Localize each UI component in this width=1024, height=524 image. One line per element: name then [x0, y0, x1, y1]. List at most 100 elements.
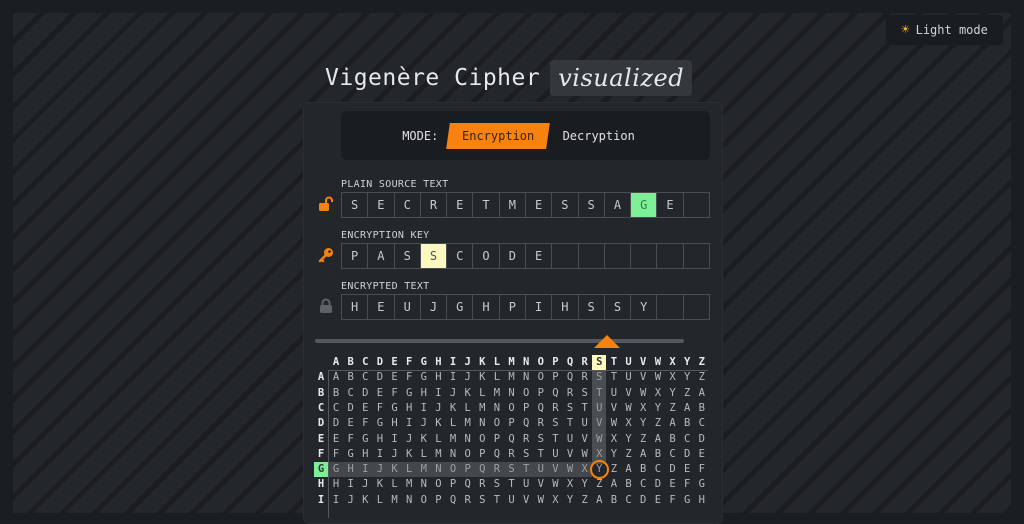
encrypted-text-label: ENCRYPTED TEXT: [341, 281, 430, 292]
tableau-cell: S: [508, 463, 515, 476]
plain-letter-cell: E: [657, 193, 684, 217]
tableau-cell: Y: [654, 401, 662, 414]
mode-decryption-button[interactable]: Decryption: [549, 123, 649, 149]
tableau-cell: O: [537, 371, 544, 384]
tableau-column-header: P: [552, 356, 559, 368]
tableau-cell: D: [347, 401, 354, 414]
tableau-cell: P: [435, 493, 442, 506]
tableau-cell: D: [654, 478, 662, 491]
tableau-column-header: H: [435, 356, 442, 368]
tableau-cell: Q: [537, 401, 544, 414]
mode-encryption-button[interactable]: Encryption: [446, 122, 551, 149]
key-letter-cell: S: [395, 244, 421, 268]
tableau-cell: J: [347, 493, 354, 506]
tableau-cell: Q: [523, 417, 530, 430]
tableau-cell: S: [581, 386, 588, 399]
tableau-cell: U: [581, 417, 588, 430]
tableau-cell: S: [493, 478, 501, 491]
key-letter-cell: S: [420, 244, 448, 268]
light-mode-toggle[interactable]: ☀ Light mode: [886, 15, 1003, 45]
tableau-cell: F: [376, 401, 384, 414]
tableau-cell: L: [435, 432, 442, 445]
tableau-cell: Y: [566, 493, 574, 506]
tableau-cell: D: [683, 447, 691, 460]
key-icon: [318, 248, 333, 263]
tableau-cell: M: [420, 463, 427, 476]
step-slider[interactable]: [315, 339, 684, 343]
tableau-cell: F: [669, 493, 676, 506]
encrypted-letter-cell: H: [342, 295, 369, 319]
tableau-cell: F: [362, 417, 369, 430]
tableau-cell: T: [552, 432, 559, 445]
plain-letter-cell: S: [579, 193, 605, 217]
tableau-column-header: K: [479, 356, 486, 368]
tableau-cell: X: [566, 478, 574, 491]
tableau-column-header: L: [493, 356, 501, 368]
tableau-row-header: D: [317, 417, 325, 430]
tableau-cell: C: [332, 401, 340, 414]
tableau-cell: U: [537, 463, 544, 476]
tableau-cell: H: [362, 447, 369, 460]
tableau-row-header: H: [317, 478, 325, 491]
tableau-cell: Q: [508, 432, 515, 445]
tableau-cell: O: [449, 463, 457, 476]
encrypted-letter-cell: U: [395, 295, 421, 319]
tableau-cell: H: [347, 463, 354, 476]
tableau-cell: V: [552, 463, 559, 476]
tableau-cell: J: [362, 478, 369, 491]
sun-icon: ☀: [901, 22, 910, 38]
tableau-column-header: F: [405, 356, 413, 368]
tableau-cell: P: [508, 417, 515, 430]
tableau-cell: D: [332, 417, 340, 430]
tableau-cell: V: [581, 432, 588, 445]
step-slider-thumb[interactable]: [594, 335, 621, 348]
tableau-cell: P: [479, 447, 486, 460]
tableau-cell: K: [376, 478, 384, 491]
plain-text-input[interactable]: SECRETMESSAGE: [341, 192, 710, 218]
tableau-cell: V: [640, 371, 647, 384]
tableau-cell: Q: [552, 386, 559, 399]
tableau-cell: B: [669, 432, 676, 445]
tableau-cell: W: [552, 478, 559, 491]
tableau-cell: D: [362, 386, 369, 399]
key-letter-cell: [552, 244, 579, 268]
tableau-cell: D: [640, 493, 647, 506]
tableau-cell: U: [566, 432, 574, 445]
tableau-cell: Z: [640, 432, 647, 445]
tableau-row-header: I: [317, 493, 325, 506]
tableau-cell: Z: [698, 371, 705, 384]
plain-letter-cell: M: [500, 193, 526, 217]
tableau-cell: R: [464, 493, 471, 506]
tableau-cell: W: [537, 493, 544, 506]
tableau-cell: T: [493, 493, 501, 506]
tableau-column-header: I: [449, 356, 457, 368]
tableau-cell: O: [479, 432, 486, 445]
tableau-cell: T: [508, 478, 515, 491]
tableau-column-header: E: [391, 356, 398, 368]
tableau-cell: C: [362, 371, 369, 384]
tableau-cell: I: [376, 447, 384, 460]
tableau-column-header: S: [592, 355, 607, 370]
tableau-cell: J: [435, 401, 442, 414]
tableau-cell: S: [596, 371, 603, 384]
plain-letter-cell: T: [473, 193, 500, 217]
encrypted-letter-cell: [684, 295, 709, 319]
key-letter-cell: [684, 244, 709, 268]
tableau-cell: R: [581, 371, 588, 384]
tableau-cell: I: [362, 463, 369, 476]
tableau-column-header: G: [420, 356, 427, 368]
tableau-cell: C: [654, 463, 662, 476]
tableau-cell: F: [405, 371, 413, 384]
tableau-cell: E: [376, 386, 384, 399]
tableau-cell: P: [493, 432, 501, 445]
tableau-cell: S: [552, 417, 559, 430]
tableau-cell: E: [391, 371, 398, 384]
tableau-cell: S: [537, 432, 544, 445]
tableau-cell: J: [405, 432, 413, 445]
tableau-cell: H: [420, 386, 427, 399]
tableau-column-header: Z: [698, 356, 705, 368]
tableau-cell: I: [405, 417, 413, 430]
encryption-key-input[interactable]: PASSCODE: [341, 243, 710, 269]
tableau-cell: Z: [581, 493, 588, 506]
tableau-cell: O: [508, 401, 515, 414]
